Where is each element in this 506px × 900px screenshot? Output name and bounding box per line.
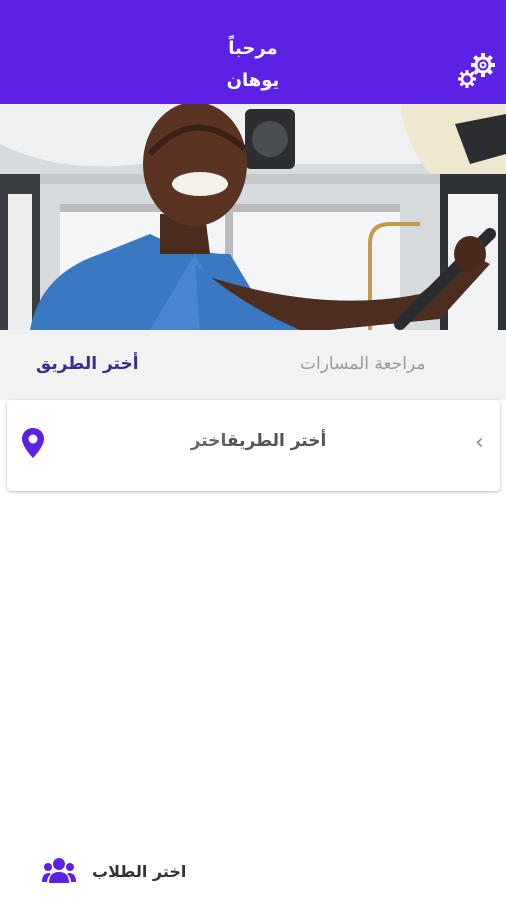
driver-photo bbox=[0, 104, 506, 330]
route-value: أختر الطريق bbox=[226, 431, 327, 451]
tab-bar: مراجعة المسارات أختر الطريق bbox=[0, 330, 506, 400]
app-header: مرحباً يوهان bbox=[0, 0, 506, 104]
choose-students-label: اختر الطلاب bbox=[92, 862, 187, 881]
group-users-icon bbox=[42, 857, 76, 883]
route-selector-text: أختر الطريقاختر bbox=[7, 431, 500, 451]
tab-choose-route[interactable]: أختر الطريق bbox=[36, 354, 139, 374]
chevron-left-icon: ‹ bbox=[475, 430, 484, 455]
settings-button[interactable] bbox=[456, 48, 500, 92]
gear-icon bbox=[458, 53, 495, 88]
user-name: يوهان bbox=[226, 70, 280, 91]
greeting-text: مرحباً bbox=[228, 38, 278, 59]
route-prefix: اختر bbox=[190, 431, 227, 451]
route-selector[interactable]: أختر الطريقاختر ‹ bbox=[7, 400, 500, 491]
choose-students-button[interactable]: اختر الطلاب bbox=[40, 852, 200, 888]
tab-review-routes[interactable]: مراجعة المسارات bbox=[300, 354, 425, 374]
